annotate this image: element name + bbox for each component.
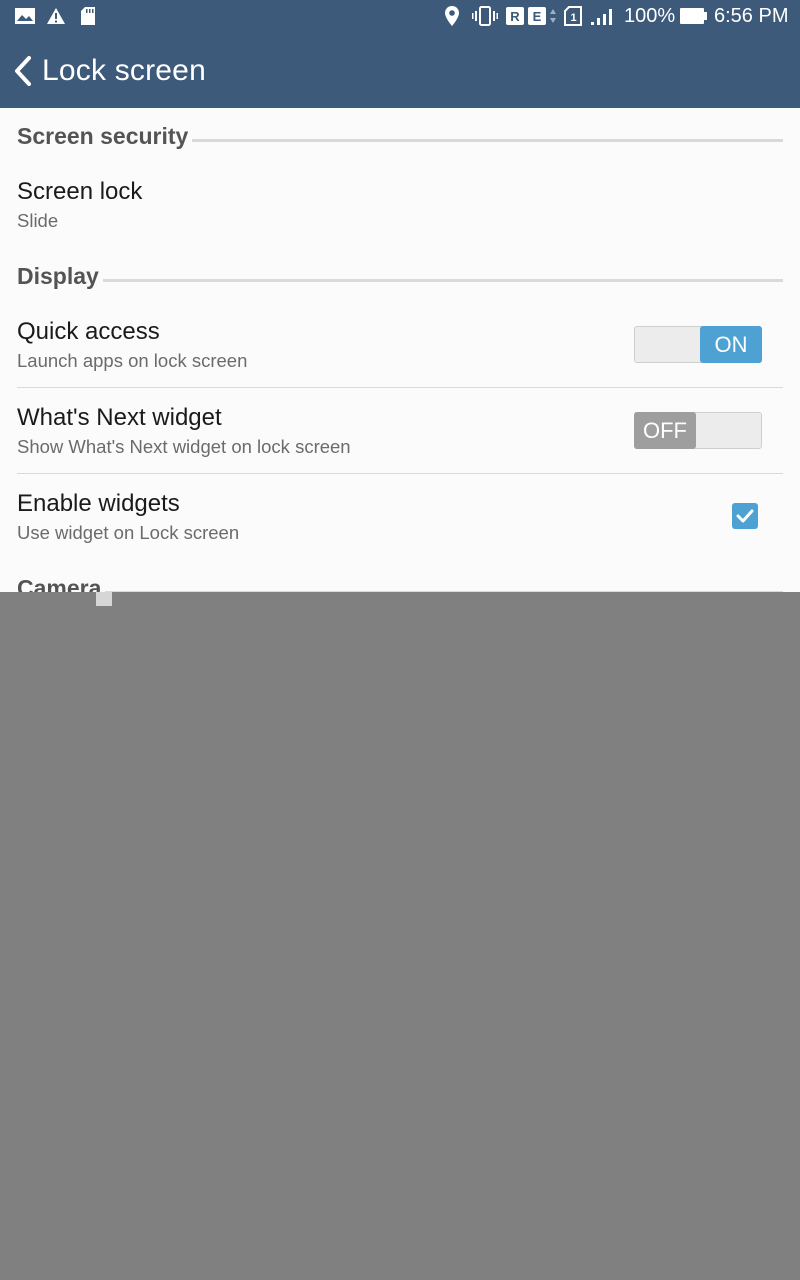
svg-text:1: 1 — [570, 12, 576, 24]
battery-percent: 100% — [624, 5, 676, 27]
setting-summary: Show What's Next widget on lock screen — [17, 436, 351, 457]
section-divider — [102, 278, 783, 282]
image-icon — [14, 6, 36, 26]
row-divider — [17, 387, 783, 388]
obscured-area — [0, 592, 800, 1280]
resize-handle — [96, 592, 112, 606]
setting-summary: Slide — [17, 210, 59, 231]
svg-text:E: E — [533, 9, 542, 24]
back-button[interactable]: Lock screen — [10, 46, 206, 96]
signal-icon — [590, 6, 616, 26]
setting-screen-lock[interactable]: Screen lock Slide — [0, 176, 800, 262]
battery-icon — [680, 6, 708, 26]
section-header-display: Display — [17, 259, 783, 293]
settings-panel: Screen security Screen lock Slide Displa… — [0, 108, 800, 592]
sd-card-icon — [80, 6, 96, 26]
toggle-on-label: ON — [700, 326, 762, 363]
toggle-off-label: OFF — [634, 412, 696, 449]
row-divider — [17, 473, 783, 474]
section-title: Screen security — [17, 122, 189, 149]
setting-summary: Use widget on Lock screen — [17, 522, 240, 543]
setting-summary: Launch apps on lock screen — [17, 350, 248, 371]
vibrate-icon — [472, 6, 498, 26]
setting-enable-widgets[interactable]: Enable widgets Use widget on Lock screen — [0, 488, 800, 574]
setting-title: What's Next widget — [17, 404, 222, 431]
section-title: Display — [17, 262, 99, 289]
sim-1-icon: 1 — [564, 6, 582, 26]
setting-title: Screen lock — [17, 178, 143, 205]
whats-next-toggle[interactable]: OFF — [634, 412, 762, 449]
status-bar: R E 1 100% 6:56 PM — [0, 0, 800, 32]
chevron-left-icon[interactable] — [10, 54, 36, 88]
sim-r-icon: R — [506, 6, 524, 26]
page-title: Lock screen — [42, 54, 206, 87]
quick-access-toggle[interactable]: ON — [634, 326, 762, 363]
warning-icon — [46, 6, 66, 26]
section-header-camera: Camera — [17, 571, 783, 592]
section-divider — [192, 138, 783, 142]
section-header-screen-security: Screen security — [17, 119, 783, 153]
sim-e-icon: E — [528, 6, 546, 26]
section-title: Camera — [17, 574, 102, 593]
data-arrows-icon — [549, 6, 557, 26]
enable-widgets-checkbox[interactable] — [732, 503, 758, 529]
setting-title: Quick access — [17, 318, 160, 345]
svg-text:R: R — [510, 9, 520, 24]
clock: 6:56 PM — [714, 5, 789, 27]
setting-title: Enable widgets — [17, 490, 180, 517]
checkmark-icon — [736, 509, 754, 523]
action-bar: Lock screen — [0, 32, 800, 108]
location-icon — [444, 6, 460, 26]
